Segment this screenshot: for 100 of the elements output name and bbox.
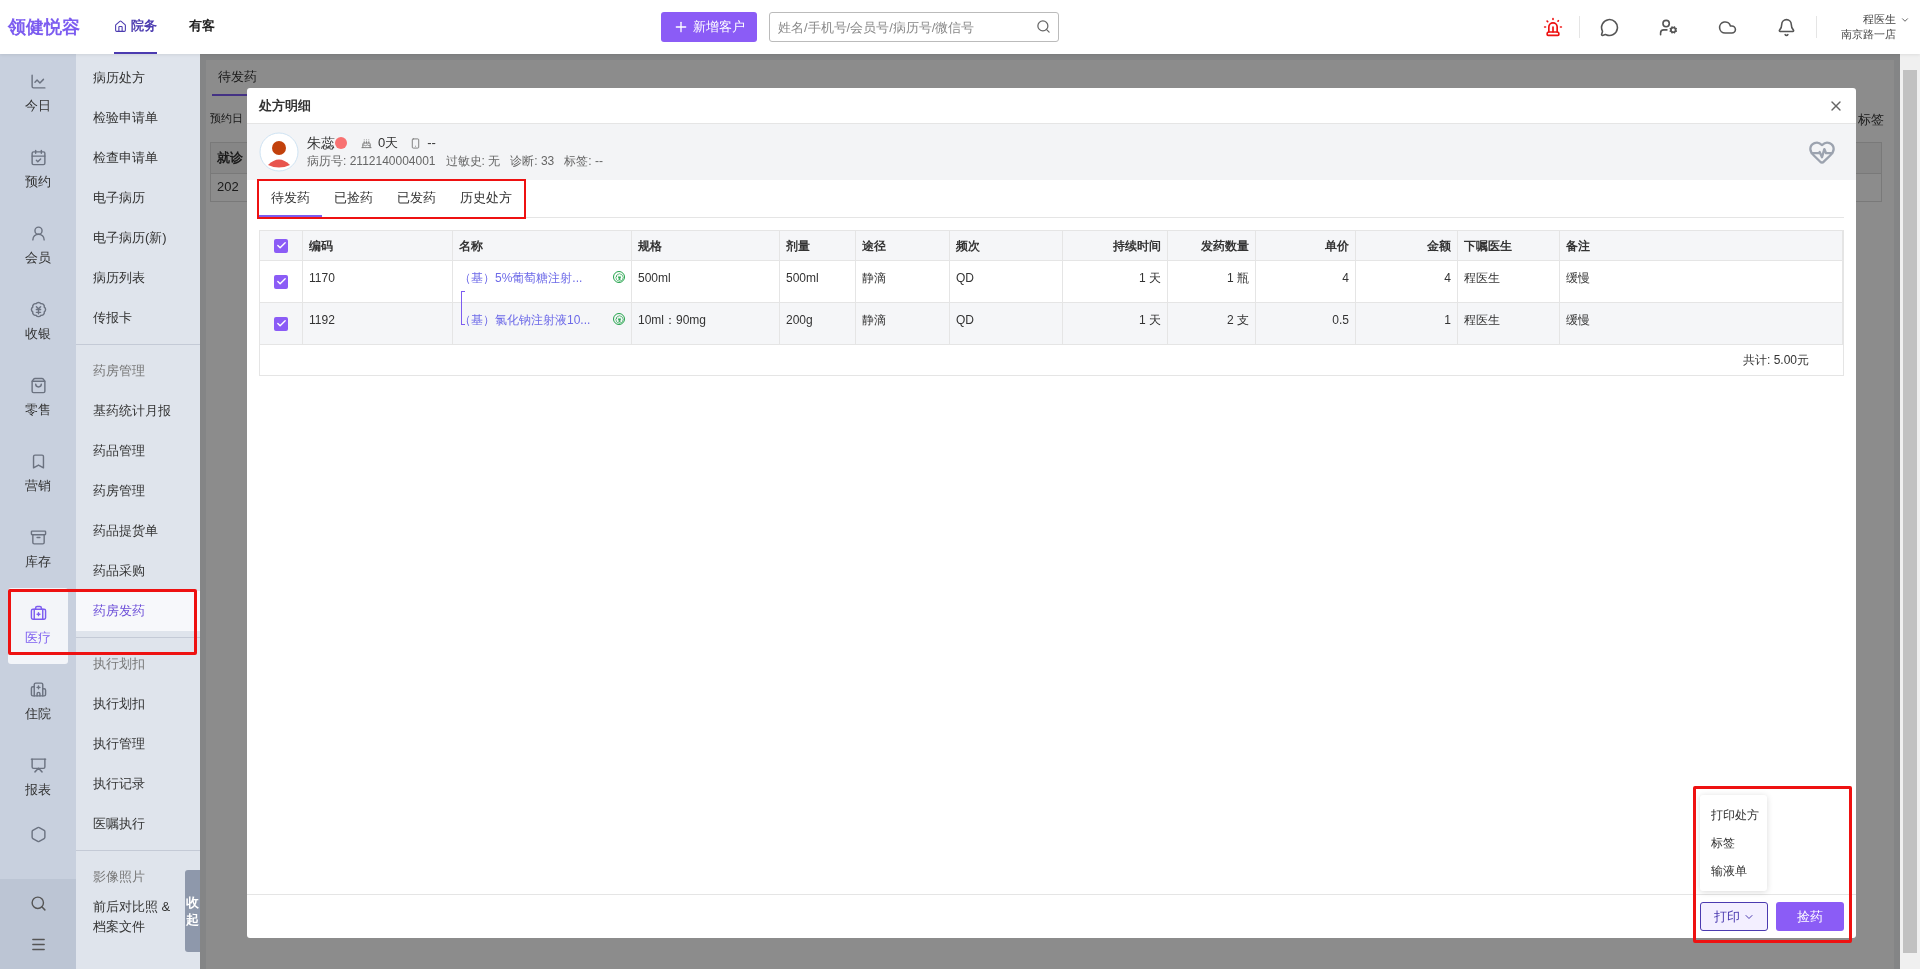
column-header: 持续时间 [1113, 237, 1161, 255]
plus-icon [673, 19, 689, 35]
column-header: 规格 [638, 237, 662, 255]
column-header: 编码 [309, 237, 333, 255]
submenu-item[interactable]: 检验申请单 [76, 98, 200, 138]
submenu-item[interactable]: 药品提货单 [76, 511, 200, 551]
rail-item[interactable]: 预约 [0, 132, 76, 208]
total-amount: 共计: 5.00元 [1742, 352, 1809, 369]
print-button[interactable]: 打印 [1700, 902, 1768, 931]
table-cell-text: 1 天 [1139, 270, 1161, 287]
checkbox[interactable] [274, 316, 288, 331]
chat-icon [1600, 17, 1619, 37]
submenu-item[interactable]: 病历处方 [76, 58, 200, 98]
dialog-tab[interactable]: 待发药 [259, 181, 322, 217]
user-name: 程医生 [1863, 12, 1896, 27]
submenu-item[interactable]: 药房管理 [76, 351, 200, 391]
store-name: 南京路一店 [1841, 27, 1896, 42]
rail-item[interactable]: 住院 [0, 664, 76, 740]
medical-kit-icon [29, 604, 47, 622]
search-icon [1036, 19, 1051, 34]
submenu-item[interactable]: 基药统计月报 [76, 391, 200, 431]
table-cell-text: 程医生 [1464, 312, 1500, 329]
rail-item[interactable]: 收银 [0, 284, 76, 360]
submenu-item[interactable]: 执行划扣 [76, 684, 200, 724]
submenu-item[interactable]: 病历列表 [76, 258, 200, 298]
column-header: 金额 [1427, 237, 1451, 255]
nav-tab[interactable]: 有客 [189, 0, 215, 54]
drug-link[interactable]: （基）5%葡萄糖注射... [459, 269, 583, 287]
rail-item[interactable]: 报表 [0, 740, 76, 816]
person-icon [29, 224, 47, 242]
column-header: 单价 [1325, 237, 1349, 255]
print-menu-item[interactable]: 输液单 [1700, 857, 1767, 885]
home-icon [114, 19, 127, 33]
dialog-title: 处方明细 [259, 96, 311, 115]
heart-pulse-icon [1808, 138, 1836, 166]
board-icon [29, 756, 47, 774]
caret-icon [1900, 15, 1910, 25]
app-logo: 领健悦容 [8, 15, 81, 39]
table-cell-text: 1170 [309, 270, 335, 287]
filter-label: 标签 [1858, 111, 1884, 129]
cake-icon [361, 137, 372, 149]
column-header: 备注 [1566, 237, 1590, 255]
patient-age: 0天 [378, 134, 399, 152]
user-menu[interactable]: 程医生 南京路一店 [1841, 12, 1910, 42]
drug-link[interactable]: （基）氯化钠注射液10... [459, 311, 591, 329]
dialog-tab[interactable]: 历史处方 [448, 181, 524, 217]
filter-label: 预约日 [210, 111, 243, 126]
rail-item[interactable]: 零售 [0, 360, 76, 436]
table-cell-text: 2 支 [1227, 312, 1249, 329]
column-header: 下嘱医生 [1464, 237, 1512, 255]
submenu-item[interactable]: 电子病历 [76, 178, 200, 218]
submenu-item[interactable]: 影像照片 [76, 857, 183, 897]
submenu-item[interactable]: 药品管理 [76, 431, 200, 471]
box-icon [29, 528, 47, 546]
checkbox[interactable] [274, 274, 288, 289]
submenu-item[interactable]: 执行管理 [76, 724, 200, 764]
submenu-item[interactable]: 医嘱执行 [76, 804, 200, 844]
patient-phone: -- [427, 134, 436, 152]
submenu-item[interactable]: 前后对比照 & 档案文件 [76, 897, 183, 937]
submenu-item[interactable]: 传报卡 [76, 298, 200, 338]
avatar [259, 132, 299, 172]
menu-icon [29, 936, 47, 953]
hospital-icon [29, 680, 47, 698]
column-header: 发药数量 [1201, 237, 1249, 255]
table-cell-text: 10ml：90mg [638, 312, 707, 329]
add-customer-button[interactable]: 新增客户 [661, 12, 757, 42]
search-field[interactable]: 姓名/手机号/会员号/病历号/微信号 [769, 12, 1059, 42]
alarm-icon [1543, 17, 1563, 37]
table-cell-text: QD [956, 270, 974, 287]
table-cell-text: 1192 [309, 312, 335, 329]
rail-item[interactable]: 库存 [0, 512, 76, 588]
checkbox[interactable] [274, 238, 288, 253]
bag-icon [29, 376, 47, 394]
table-row[interactable]: 1192 （基）氯化钠注射液10... 10ml：90mg 200g 静滴 QD 1 天 2 支 0.5 1 程医生 缓慢 [260, 302, 1843, 344]
table-cell-text: 程医生 [1464, 270, 1500, 287]
submenu-item[interactable]: 执行划扣 [76, 644, 200, 684]
submenu-item[interactable]: 药品采购 [76, 551, 200, 591]
table-cell-text: 缓慢 [1566, 312, 1590, 329]
column-header: 剂量 [786, 237, 810, 255]
print-menu-item[interactable]: 打印处方 [1700, 801, 1767, 829]
submenu-item[interactable]: 药房管理 [76, 471, 200, 511]
table-cell-text: 4 [1444, 270, 1451, 287]
submenu-item[interactable]: 药房发药 [76, 591, 200, 631]
table-cell-text: 静滴 [862, 312, 886, 329]
rail-item[interactable]: 会员 [0, 208, 76, 284]
submenu-item[interactable]: 检查申请单 [76, 138, 200, 178]
rail-item[interactable]: 营销 [0, 436, 76, 512]
table-cell-text: 1 瓶 [1227, 270, 1249, 287]
phone-icon [410, 137, 422, 149]
print-menu-item[interactable]: 标签 [1700, 829, 1767, 857]
dialog-tab[interactable]: 已捡药 [322, 181, 385, 217]
table-cell-text: 500ml [638, 270, 671, 287]
patient-name: 朱蕊 [307, 134, 335, 152]
submenu-item[interactable]: 电子病历(新) [76, 218, 200, 258]
submenu-item[interactable]: 执行记录 [76, 764, 200, 804]
table-row[interactable]: 1170 （基）5%葡萄糖注射... 500ml 500ml 静滴 QD 1 天 1 瓶 4 4 程医生 缓慢 [260, 260, 1843, 302]
rail-item[interactable]: 今日 [0, 56, 76, 132]
pick-button[interactable]: 捡药 [1776, 902, 1844, 931]
dialog-tab[interactable]: 已发药 [385, 181, 448, 217]
diagnosis-info: 诊断: 33 [510, 153, 555, 170]
